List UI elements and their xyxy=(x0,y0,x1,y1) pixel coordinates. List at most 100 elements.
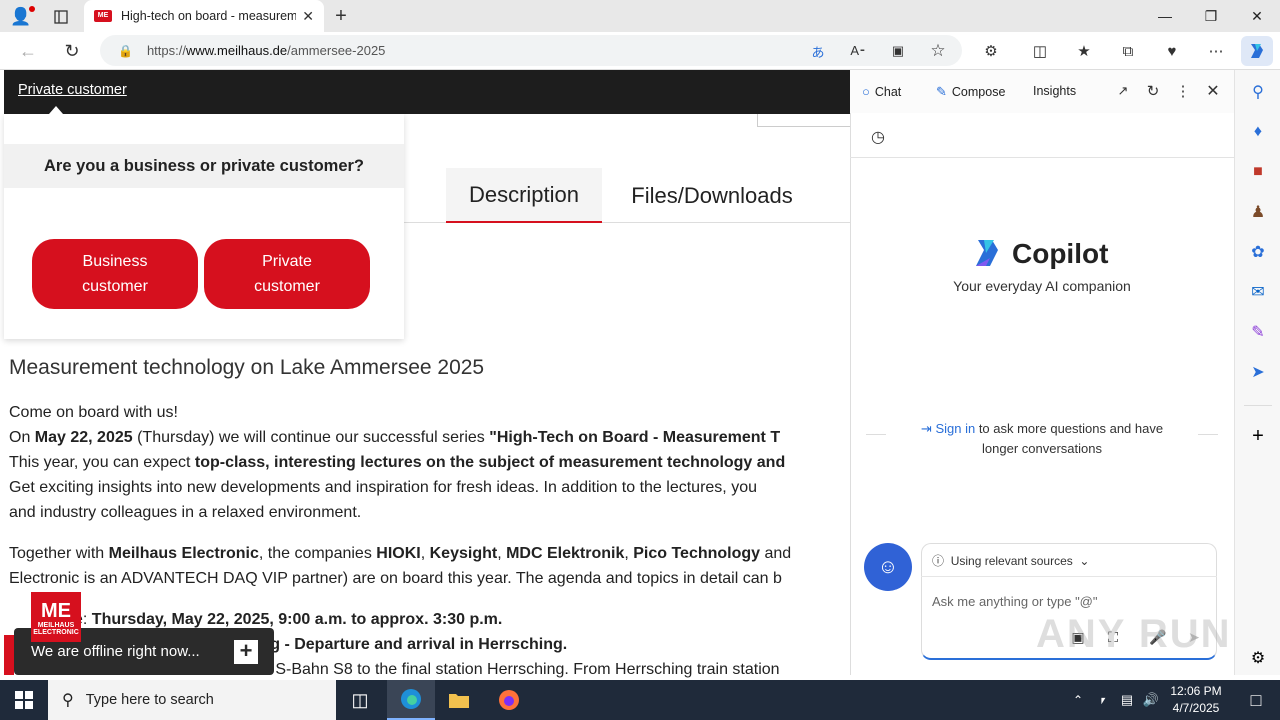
text-run: , xyxy=(497,545,507,562)
new-tab-icon[interactable]: + xyxy=(330,5,352,27)
signin-arrow-icon: ⇥ xyxy=(920,421,932,436)
close-window-icon[interactable]: ✕ xyxy=(1234,0,1280,32)
chevron-down-icon: ⌄ xyxy=(1079,554,1090,568)
para1-line4: Get exciting insights into new developme… xyxy=(9,479,757,496)
logo-line2: ELECTRONIC xyxy=(33,629,79,636)
para1-line5: and industry colleagues in a relaxed env… xyxy=(9,504,362,521)
favorite-star-icon[interactable]: ☆ xyxy=(928,41,948,61)
notifications-icon[interactable]: □ xyxy=(1232,680,1280,720)
open-in-new-icon[interactable]: ↗ xyxy=(1113,81,1133,101)
sources-label: Using relevant sources xyxy=(950,554,1073,568)
immersive-reader-icon[interactable]: ▣ xyxy=(888,41,908,61)
private-btn-line1: Private xyxy=(262,253,312,270)
copilot-subtitle: Your everyday AI companion xyxy=(953,278,1131,294)
taskbar-clock[interactable]: 12:06 PM 4/7/2025 xyxy=(1164,683,1228,717)
para3-line1: e: Thursday, May 22, 2025, 9:00 a.m. to … xyxy=(74,611,850,629)
para3-line3: e S-Bahn S8 to the final station Herrsch… xyxy=(262,661,780,678)
sidebar-settings-icon[interactable]: ⚙ xyxy=(1247,647,1269,669)
tray-device-icon[interactable]: ⎖ xyxy=(1091,680,1115,720)
meilhaus-logo: ME MEILHAUS ELECTRONIC xyxy=(31,592,81,642)
performance-icon[interactable]: ♥ xyxy=(1161,41,1183,61)
tray-chevron-icon[interactable]: ⌃ xyxy=(1066,680,1090,720)
tray-volume-icon[interactable]: 🔊 xyxy=(1139,680,1163,720)
signin-rest: to ask more questions and have xyxy=(978,421,1164,436)
side-red-tab[interactable] xyxy=(4,635,14,675)
search-icon: ⚲ xyxy=(62,692,74,709)
taskbar-search-box[interactable]: ⚲ Type here to search xyxy=(48,680,336,720)
new-topic-icon[interactable]: ☺ xyxy=(864,543,912,591)
collections-icon[interactable]: ⧉ xyxy=(1117,41,1139,61)
more-menu-icon[interactable]: ⋯ xyxy=(1205,41,1227,61)
business-customer-button[interactable]: Business customer xyxy=(32,239,198,309)
text-run: , xyxy=(420,545,430,562)
signin-rest2: longer conversations xyxy=(982,441,1102,456)
copilot-close-icon[interactable]: ✕ xyxy=(1203,81,1223,101)
sidebar-add-icon[interactable]: + xyxy=(1247,425,1269,447)
sidebar-tools-icon[interactable]: ■ xyxy=(1247,161,1269,183)
close-tab-icon[interactable]: ✕ xyxy=(302,8,314,25)
back-icon[interactable]: ← xyxy=(16,40,40,62)
text-run: Together with xyxy=(9,545,109,562)
text-run: (Thursday) we will continue our successf… xyxy=(132,429,490,446)
sidebar-outlook-icon[interactable]: ✉ xyxy=(1247,281,1269,303)
address-bar[interactable]: 🔒 https://www.meilhaus.de/ammersee-2025 xyxy=(100,35,962,66)
private-customer-button[interactable]: Private customer xyxy=(204,239,370,309)
text-run: , xyxy=(624,545,634,562)
tab-actions-icon[interactable] xyxy=(50,6,72,28)
task-view-icon[interactable]: ◫ xyxy=(336,680,384,720)
tab-files-downloads[interactable]: Files/Downloads xyxy=(612,168,812,223)
insights-label: Insights xyxy=(1033,84,1077,98)
sidebar-designer-icon[interactable]: ✎ xyxy=(1247,321,1269,343)
input-divider xyxy=(921,576,1217,577)
sidebar-shopping-icon[interactable]: ♦ xyxy=(1247,121,1269,143)
logo-line1: MEILHAUS xyxy=(37,622,75,629)
taskbar-firefox-icon[interactable] xyxy=(485,680,533,720)
url-path: /ammersee-2025 xyxy=(287,43,386,58)
logo-mark: ME xyxy=(41,600,71,622)
text-run: On xyxy=(9,429,35,446)
favorites-icon[interactable]: ★ xyxy=(1073,41,1095,61)
taskbar-search-placeholder: Type here to search xyxy=(85,692,214,708)
popup-caret xyxy=(49,106,63,114)
taskbar-file-explorer-icon[interactable] xyxy=(435,680,483,720)
signin-link[interactable]: Sign in xyxy=(935,421,975,436)
tray-network-icon[interactable]: ▤ xyxy=(1115,680,1139,720)
copilot-button[interactable] xyxy=(1241,36,1273,66)
top-black-bar xyxy=(4,70,850,114)
copilot-tab-chat[interactable]: ○ Chat xyxy=(862,84,901,99)
popup-question: Are you a business or private customer? xyxy=(4,144,404,188)
browser-tab[interactable]: ME High-tech on board - measurem ✕ xyxy=(84,0,324,32)
sidebar-send-icon[interactable]: ➤ xyxy=(1247,361,1269,383)
split-screen-icon[interactable]: ◫ xyxy=(1029,41,1051,61)
text-run: MDC Elektronik xyxy=(506,545,625,562)
text-run: May 22, 2025 xyxy=(34,429,133,446)
windows-start-icon[interactable] xyxy=(0,680,48,720)
info-icon: ⓘ xyxy=(932,554,945,568)
translate-icon[interactable]: あ xyxy=(808,41,828,61)
sidebar-search-icon[interactable]: ⚲ xyxy=(1247,81,1269,103)
sources-dropdown[interactable]: ⓘ Using relevant sources ⌄ xyxy=(932,552,1089,569)
tab-description[interactable]: Description xyxy=(446,168,602,223)
taskbar-edge-icon[interactable] xyxy=(387,680,435,720)
copilot-more-icon[interactable]: ⋮ xyxy=(1173,81,1193,101)
copilot-input-placeholder[interactable]: Ask me anything or type "@" xyxy=(932,594,1098,609)
copilot-divider xyxy=(850,157,1234,158)
refresh-icon[interactable]: ↻ xyxy=(60,40,84,62)
page-heading: Measurement technology on Lake Ammersee … xyxy=(9,356,485,379)
sidebar-divider xyxy=(1244,405,1272,406)
text-run: HIOKI xyxy=(376,545,421,562)
favicon-icon: ME xyxy=(94,10,112,22)
sidebar-games-icon[interactable]: ♟ xyxy=(1247,201,1269,223)
minimize-icon[interactable]: — xyxy=(1142,0,1188,32)
private-customer-link[interactable]: Private customer xyxy=(18,82,127,98)
copilot-refresh-icon[interactable]: ↻ xyxy=(1143,81,1163,101)
history-icon[interactable]: ◷ xyxy=(867,126,889,148)
restore-icon[interactable]: ❐ xyxy=(1188,0,1234,32)
sidebar-microsoft365-icon[interactable]: ✿ xyxy=(1247,241,1269,263)
chat-expand-icon[interactable]: + xyxy=(234,640,258,664)
lock-icon: 🔒 xyxy=(118,43,133,58)
read-aloud-icon[interactable]: A⁃ xyxy=(848,41,868,61)
copilot-tab-insights[interactable]: Insights xyxy=(1033,84,1076,98)
extensions-icon[interactable]: ⚙ xyxy=(980,41,1002,61)
copilot-tab-compose[interactable]: ✎ Compose xyxy=(936,84,1005,100)
